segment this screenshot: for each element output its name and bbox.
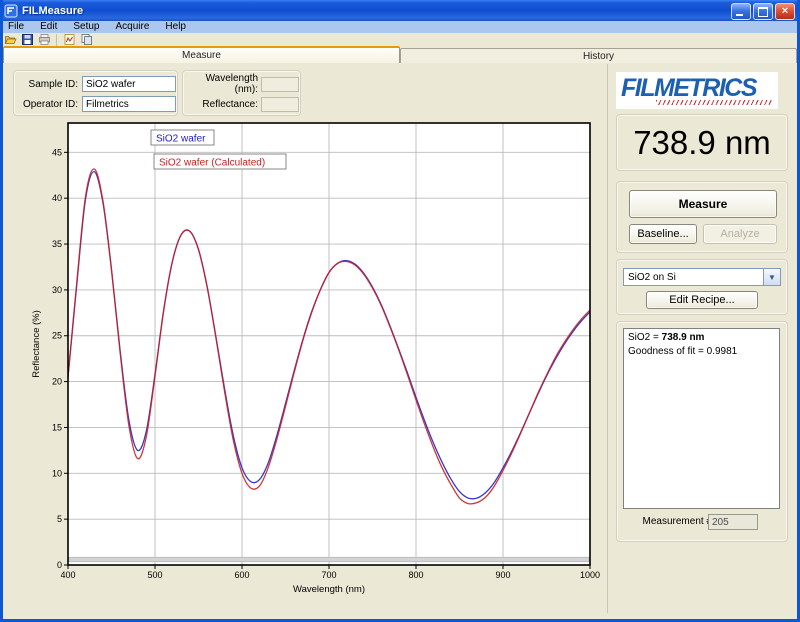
filmetrics-logo: FILMETRICS bbox=[616, 72, 778, 109]
app-icon bbox=[4, 4, 18, 18]
svg-text:5: 5 bbox=[57, 514, 62, 524]
svg-text:25: 25 bbox=[52, 331, 62, 341]
window-title: FILMeasure bbox=[22, 5, 83, 17]
tab-history[interactable]: History bbox=[400, 48, 797, 63]
spectrum-chart: 400 500 600 700 800 900 1000 0 5 10 15 20 25 30 35 40 45… bbox=[26, 118, 604, 610]
svg-text:15: 15 bbox=[52, 422, 62, 432]
svg-text:600: 600 bbox=[234, 570, 249, 580]
edit-recipe-button[interactable]: Edit Recipe... bbox=[646, 291, 758, 309]
measurement-number-label: Measurement # bbox=[643, 516, 712, 527]
measurement-number-row: Measurement # bbox=[616, 514, 788, 530]
svg-text:900: 900 bbox=[495, 570, 510, 580]
toolbar bbox=[0, 33, 800, 46]
toolbar-separator bbox=[56, 34, 57, 46]
svg-text:SiO2 wafer: SiO2 wafer bbox=[156, 134, 206, 145]
wavelength-field[interactable] bbox=[261, 77, 299, 92]
close-button[interactable]: × bbox=[775, 3, 795, 20]
save-icon[interactable] bbox=[20, 33, 34, 46]
svg-text:30: 30 bbox=[52, 285, 62, 295]
svg-text:35: 35 bbox=[52, 239, 62, 249]
minimize-button[interactable] bbox=[731, 3, 751, 20]
wavelength-label: Wavelength (nm): bbox=[185, 73, 258, 95]
copy-icon[interactable] bbox=[79, 33, 93, 46]
filmeasure-window: FILMeasure × File Edit Setup Acquire Hel… bbox=[0, 0, 800, 622]
spectrum-svg: 400 500 600 700 800 900 1000 0 5 10 15 20 25 30 35 40 45… bbox=[26, 118, 604, 610]
svg-text:SiO2 wafer (Calculated): SiO2 wafer (Calculated) bbox=[159, 158, 265, 169]
recipe-selected-value: SiO2 on Si bbox=[624, 272, 763, 283]
result-line-thickness: SiO2 = 738.9 nm bbox=[628, 331, 775, 345]
svg-text:40: 40 bbox=[52, 193, 62, 203]
menu-help[interactable]: Help bbox=[157, 21, 194, 33]
actions-group: Measure Baseline... Analyze bbox=[616, 181, 788, 253]
reflectance-label: Reflectance: bbox=[185, 99, 258, 110]
svg-text:10: 10 bbox=[52, 468, 62, 478]
results-box: SiO2 = 738.9 nm Goodness of fit = 0.9981 bbox=[623, 328, 780, 509]
menu-setup[interactable]: Setup bbox=[65, 21, 107, 33]
spectrum-icon[interactable] bbox=[62, 33, 76, 46]
svg-text:20: 20 bbox=[52, 377, 62, 387]
thickness-value: 738.9 nm bbox=[633, 124, 771, 162]
open-icon[interactable] bbox=[3, 33, 17, 46]
operator-id-input[interactable] bbox=[82, 96, 176, 112]
svg-text:700: 700 bbox=[321, 570, 336, 580]
svg-text:45: 45 bbox=[52, 147, 62, 157]
menu-bar: File Edit Setup Acquire Help bbox=[0, 21, 800, 33]
title-bar: FILMeasure × bbox=[0, 0, 800, 21]
logo-text: FILMETRICS bbox=[621, 74, 756, 103]
thickness-readout-box: 738.9 nm bbox=[616, 114, 788, 171]
operator-id-label: Operator ID: bbox=[18, 99, 78, 110]
result-line-fit: Goodness of fit = 0.9981 bbox=[628, 345, 775, 359]
sample-id-label: Sample ID: bbox=[18, 79, 78, 90]
svg-text:Reflectance (%): Reflectance (%) bbox=[31, 310, 42, 378]
tab-bar: Measure History bbox=[3, 46, 797, 63]
svg-text:0: 0 bbox=[57, 560, 62, 570]
menu-acquire[interactable]: Acquire bbox=[108, 21, 158, 33]
svg-text:Wavelength (nm): Wavelength (nm) bbox=[293, 584, 365, 595]
svg-text:800: 800 bbox=[408, 570, 423, 580]
panel-divider bbox=[607, 64, 608, 613]
menu-edit[interactable]: Edit bbox=[32, 21, 65, 33]
sample-id-input[interactable] bbox=[82, 76, 176, 92]
sample-info-group: Sample ID: Operator ID: bbox=[13, 70, 178, 116]
chevron-down-icon[interactable]: ▼ bbox=[763, 269, 780, 285]
tab-measure[interactable]: Measure bbox=[3, 46, 400, 63]
baseline-button[interactable]: Baseline... bbox=[629, 224, 697, 244]
restore-button[interactable] bbox=[753, 3, 773, 20]
reflectance-field[interactable] bbox=[261, 97, 299, 112]
measurement-number-field[interactable] bbox=[708, 514, 758, 530]
print-icon[interactable] bbox=[37, 33, 51, 46]
svg-text:500: 500 bbox=[147, 570, 162, 580]
svg-text:1000: 1000 bbox=[580, 570, 600, 580]
analyze-button[interactable]: Analyze bbox=[703, 224, 777, 244]
tab-measure-label: Measure bbox=[182, 50, 221, 61]
measure-button[interactable]: Measure bbox=[629, 190, 777, 218]
menu-file[interactable]: File bbox=[0, 21, 32, 33]
tab-history-label: History bbox=[583, 51, 614, 62]
logo-hatch-decoration bbox=[656, 100, 772, 105]
svg-text:400: 400 bbox=[60, 570, 75, 580]
recipe-select[interactable]: SiO2 on Si ▼ bbox=[623, 268, 781, 286]
readout-group: Wavelength (nm): Reflectance: bbox=[182, 70, 301, 116]
